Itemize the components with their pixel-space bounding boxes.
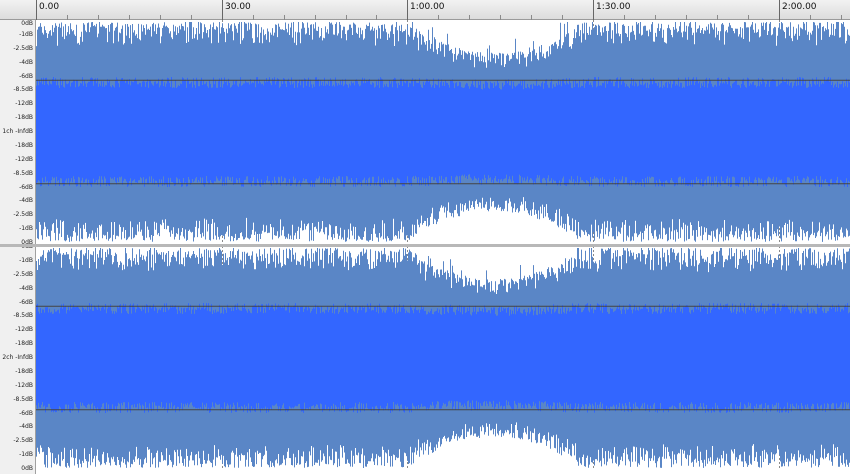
waveform-canvas[interactable] (36, 246, 850, 470)
db-scale-label: -6dB (19, 410, 33, 417)
db-scale-gutter: 0dB -1dB -2.5dB -4dB -6dB -8.5dB -12dB -18dB 1ch… (0, 20, 36, 474)
db-scale-label: -2.5dB (13, 211, 33, 218)
ruler-ticks: 0.00 30.00 1:00.00 1:30.00 2:00.00 (36, 0, 850, 20)
db-scale-label: -8.5dB (13, 86, 33, 93)
waveform-body (36, 77, 850, 187)
db-scale-label: -4dB (19, 285, 33, 292)
db-scale-label: -2.5dB (13, 271, 33, 278)
db-scale-label: 0dB (21, 465, 33, 472)
db-scale-label: -8.5dB (13, 312, 33, 319)
db-scale-label: -6dB (19, 184, 33, 191)
db-scale-label: 0dB (21, 20, 33, 27)
db-scale-label: -12dB (15, 382, 33, 389)
db-scale-label: -2.5dB (13, 437, 33, 444)
track-1ch-waveform[interactable] (36, 20, 850, 244)
db-scale-label: -6dB (19, 73, 33, 80)
db-scale-label: -18dB (15, 114, 33, 121)
ruler-time-label: 1:30.00 (596, 2, 631, 12)
db-scale-label: -4dB (19, 423, 33, 430)
db-scale-label: -1dB (19, 257, 33, 264)
waveform-canvas[interactable] (36, 20, 850, 244)
db-scale-label: -18dB (15, 142, 33, 149)
ruler-major-tick (407, 0, 408, 20)
db-scale-label: -2.5dB (13, 45, 33, 52)
track-separator[interactable] (0, 244, 850, 247)
ruler-major-tick (222, 0, 223, 20)
db-scale-label: -4dB (19, 197, 33, 204)
db-scale-label: -8.5dB (13, 170, 33, 177)
track-2ch-waveform[interactable] (36, 246, 850, 470)
ruler-time-label: 2:00.00 (782, 2, 817, 12)
db-scale-label: -8.5dB (13, 396, 33, 403)
db-scale-label: -12dB (15, 156, 33, 163)
db-scale-label: 2ch -InfdB (2, 354, 33, 361)
db-scale-label: -1dB (19, 31, 33, 38)
ruler-major-tick (593, 0, 594, 20)
ruler-time-label: 30.00 (225, 2, 251, 12)
db-scale-label: -18dB (15, 340, 33, 347)
time-ruler[interactable]: 0.00 30.00 1:00.00 1:30.00 2:00.00 (0, 0, 850, 20)
db-scale-label: -12dB (15, 326, 33, 333)
ruler-time-label: 1:00.00 (410, 2, 445, 12)
tracks-area[interactable] (36, 20, 850, 474)
ruler-major-tick (779, 0, 780, 20)
db-scale-label: -18dB (15, 368, 33, 375)
db-scale-label: -6dB (19, 299, 33, 306)
ruler-time-label: 0.00 (39, 2, 60, 12)
waveform-body (36, 303, 850, 413)
ruler-major-tick (36, 0, 37, 20)
db-scale-label: -1dB (19, 451, 33, 458)
db-scale-label: 1ch -InfdB (2, 128, 33, 135)
db-scale-label: -4dB (19, 59, 33, 66)
db-scale-label: -12dB (15, 100, 33, 107)
db-scale-label: -1dB (19, 225, 33, 232)
